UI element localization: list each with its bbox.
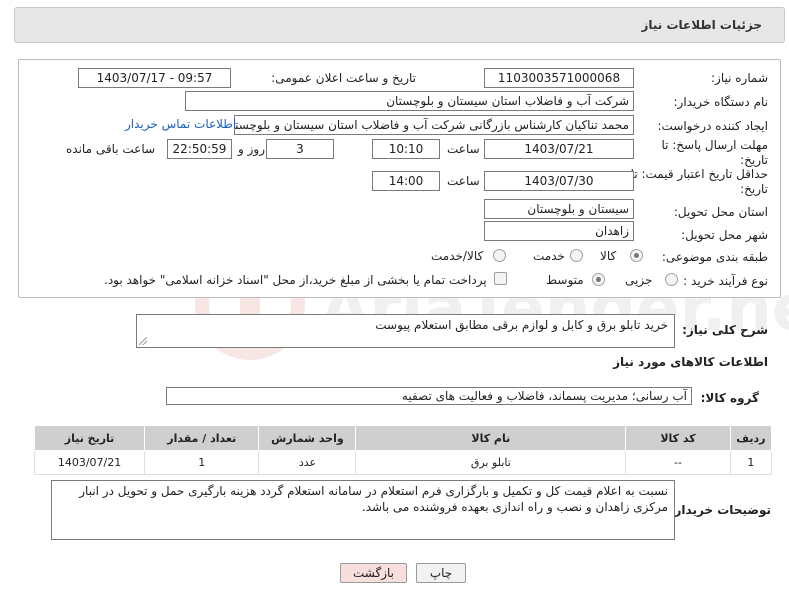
goods-name-cell: تابلو برق <box>355 450 627 475</box>
province-label: استان محل تحویل: <box>673 205 768 219</box>
treasury-payment-checkbox[interactable] <box>494 272 507 285</box>
need-number-field: 1103003571000068 <box>484 68 634 88</box>
province-field: سیستان و بلوچستان <box>484 199 634 219</box>
col-goods-name: نام کالا <box>355 425 627 451</box>
goods-table-header-row: ردیف کد کالا نام کالا واحد شمارش تعداد /… <box>33 425 773 451</box>
reply-time-label: ساعت <box>447 142 480 156</box>
page-header: جزئیات اطلاعات نیاز <box>14 7 785 43</box>
col-unit: واحد شمارش <box>258 425 357 451</box>
goods-info-title: اطلاعات کالاهای مورد نیاز <box>613 355 768 369</box>
creator-field: محمد تناکیان کارشناس بازرگانی شرکت آب و … <box>234 115 634 135</box>
category-goods-service-label: کالا/خدمت <box>431 249 484 263</box>
buyer-contact-link[interactable]: اطلاعات تماس خریدار <box>125 117 236 131</box>
reply-time-field: 10:10 <box>372 139 440 159</box>
back-button[interactable]: بازگشت <box>340 563 407 583</box>
buyer-org-field: شرکت آب و فاضلاب استان سیستان و بلوچستان <box>185 91 634 111</box>
validity-time-field: 14:00 <box>372 171 440 191</box>
process-minor-label: جزیی <box>625 273 653 287</box>
category-goods-label: کالا <box>600 249 617 263</box>
days-remaining-field: 3 <box>266 139 334 159</box>
validity-date-field: 1403/07/30 <box>484 171 634 191</box>
goods-group-label: گروه کالا: <box>700 391 759 405</box>
summary-label: شرح کلی نیاز: <box>682 323 768 337</box>
treasury-payment-note: پرداخت تمام یا بخشی از مبلغ خرید،از محل … <box>104 273 487 287</box>
unit-cell: عدد <box>258 450 357 475</box>
goods-code-cell: -- <box>625 450 731 475</box>
creator-label: ایجاد کننده درخواست: <box>657 119 768 133</box>
reply-date-field: 1403/07/21 <box>484 139 634 159</box>
announce-datetime-field: 1403/07/17 - 09:57 <box>78 68 231 88</box>
summary-text-value: خرید تابلو برق و کابل و لوازم برقی مطابق… <box>375 318 668 332</box>
announce-datetime-label: تاریخ و ساعت اعلان عمومی: <box>271 71 416 85</box>
process-medium-label: متوسط <box>546 273 584 287</box>
goods-table: ردیف کد کالا نام کالا واحد شمارش تعداد /… <box>33 425 773 475</box>
remaining-time-label: ساعت باقی مانده <box>66 142 156 156</box>
price-validity-label: حداقل تاریخ اعتبار قیمت: تا تاریخ: <box>630 167 768 196</box>
category-label: طبقه بندی موضوعی: <box>661 250 768 264</box>
category-goods-radio[interactable] <box>630 249 643 262</box>
category-goods-service-radio[interactable] <box>493 249 506 262</box>
quantity-cell: 1 <box>144 450 260 475</box>
need-date-cell: 1403/07/21 <box>33 450 146 475</box>
row-number-cell: 1 <box>729 450 773 475</box>
buyer-org-label: نام دستگاه خریدار: <box>673 95 769 109</box>
page-title: جزئیات اطلاعات نیاز <box>641 18 762 32</box>
category-service-label: خدمت <box>533 249 565 263</box>
category-service-radio[interactable] <box>570 249 583 262</box>
city-field: زاهدان <box>484 221 634 241</box>
days-label: روز و <box>238 142 265 156</box>
col-quantity: تعداد / مقدار <box>144 425 260 451</box>
col-need-date: تاریخ نیاز <box>33 425 146 451</box>
city-label: شهر محل تحویل: <box>681 228 768 242</box>
process-type-label: نوع فرآیند خرید : <box>683 274 768 288</box>
buyer-notes-text: نسبت به اعلام قیمت کل و تکمیل و بارگزاری… <box>51 480 675 540</box>
col-row-number: ردیف <box>729 425 773 451</box>
col-goods-code: کد کالا <box>625 425 731 451</box>
resize-grip-icon[interactable] <box>139 337 147 345</box>
buyer-notes-text-value: نسبت به اعلام قیمت کل و تکمیل و بارگزاری… <box>79 484 668 514</box>
validity-time-label: ساعت <box>447 174 480 188</box>
need-number-label: شماره نیاز: <box>711 71 768 85</box>
goods-group-field: آب رسانی؛ مدیریت پسماند، فاضلاب و فعالیت… <box>166 387 692 405</box>
process-minor-radio[interactable] <box>665 273 678 286</box>
summary-text: خرید تابلو برق و کابل و لوازم برقی مطابق… <box>136 314 675 348</box>
table-row: 1 -- تابلو برق عدد 1 1403/07/21 <box>33 450 773 475</box>
buyer-notes-label: توضیحات خریدار: <box>669 503 771 517</box>
process-medium-radio[interactable] <box>592 273 605 286</box>
reply-deadline-label: مهلت ارسال پاسخ: تا تاریخ: <box>661 138 768 167</box>
remaining-time-field: 22:50:59 <box>167 139 232 159</box>
print-button[interactable]: چاپ <box>416 563 466 583</box>
